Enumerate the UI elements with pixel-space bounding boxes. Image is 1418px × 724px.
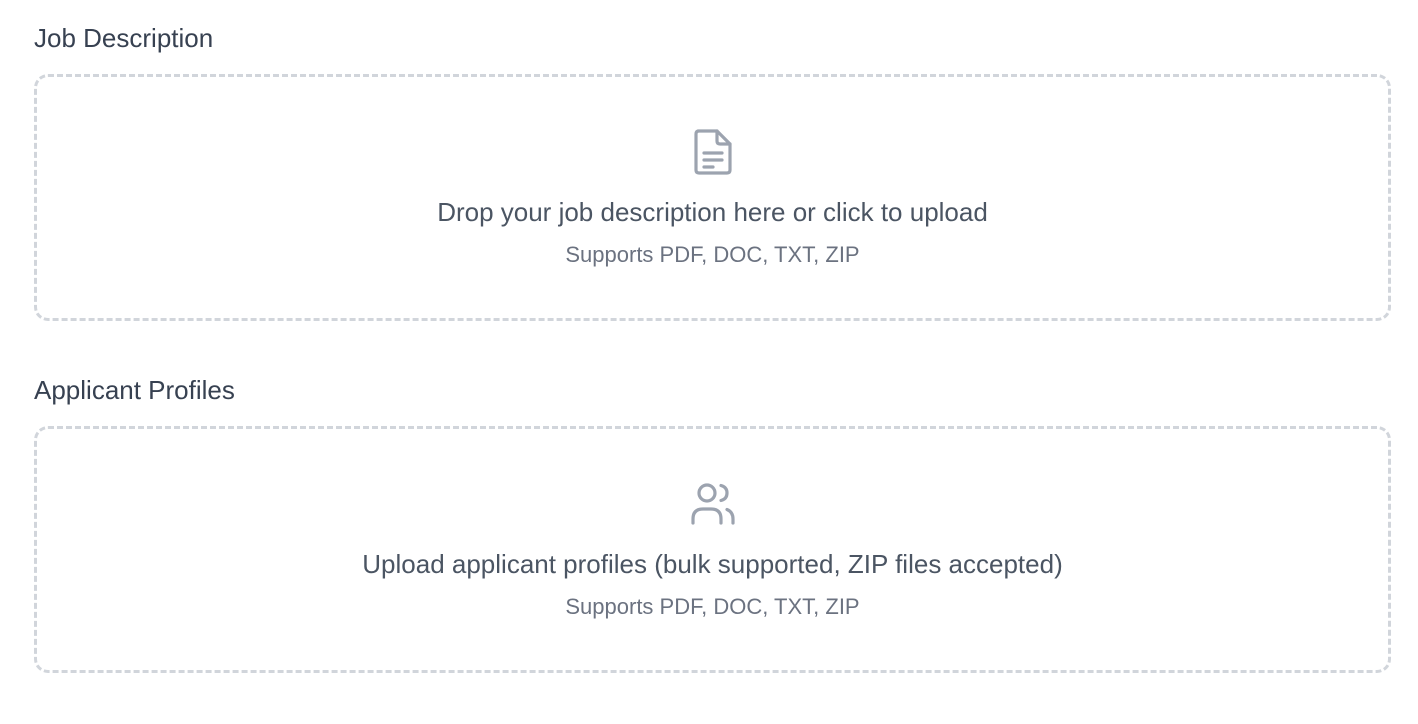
job-description-section: Job Description Drop your job descriptio… — [34, 20, 1391, 321]
job-description-upload-prompt: Drop your job description here or click … — [437, 197, 988, 227]
job-description-heading: Job Description — [34, 23, 214, 53]
job-description-dropzone[interactable]: Drop your job description here or click … — [34, 74, 1391, 321]
applicant-profiles-supported-formats: Supports PDF, DOC, TXT, ZIP — [565, 594, 860, 619]
users-icon — [690, 481, 736, 527]
applicant-profiles-dropzone[interactable]: Upload applicant profiles (bulk supporte… — [34, 426, 1391, 673]
applicant-profiles-upload-prompt: Upload applicant profiles (bulk supporte… — [362, 549, 1063, 579]
applicant-profiles-heading: Applicant Profiles — [34, 375, 235, 405]
file-text-icon — [693, 129, 733, 175]
job-description-supported-formats: Supports PDF, DOC, TXT, ZIP — [565, 242, 860, 267]
applicant-profiles-section: Applicant Profiles Upload applicant prof… — [34, 372, 1391, 673]
